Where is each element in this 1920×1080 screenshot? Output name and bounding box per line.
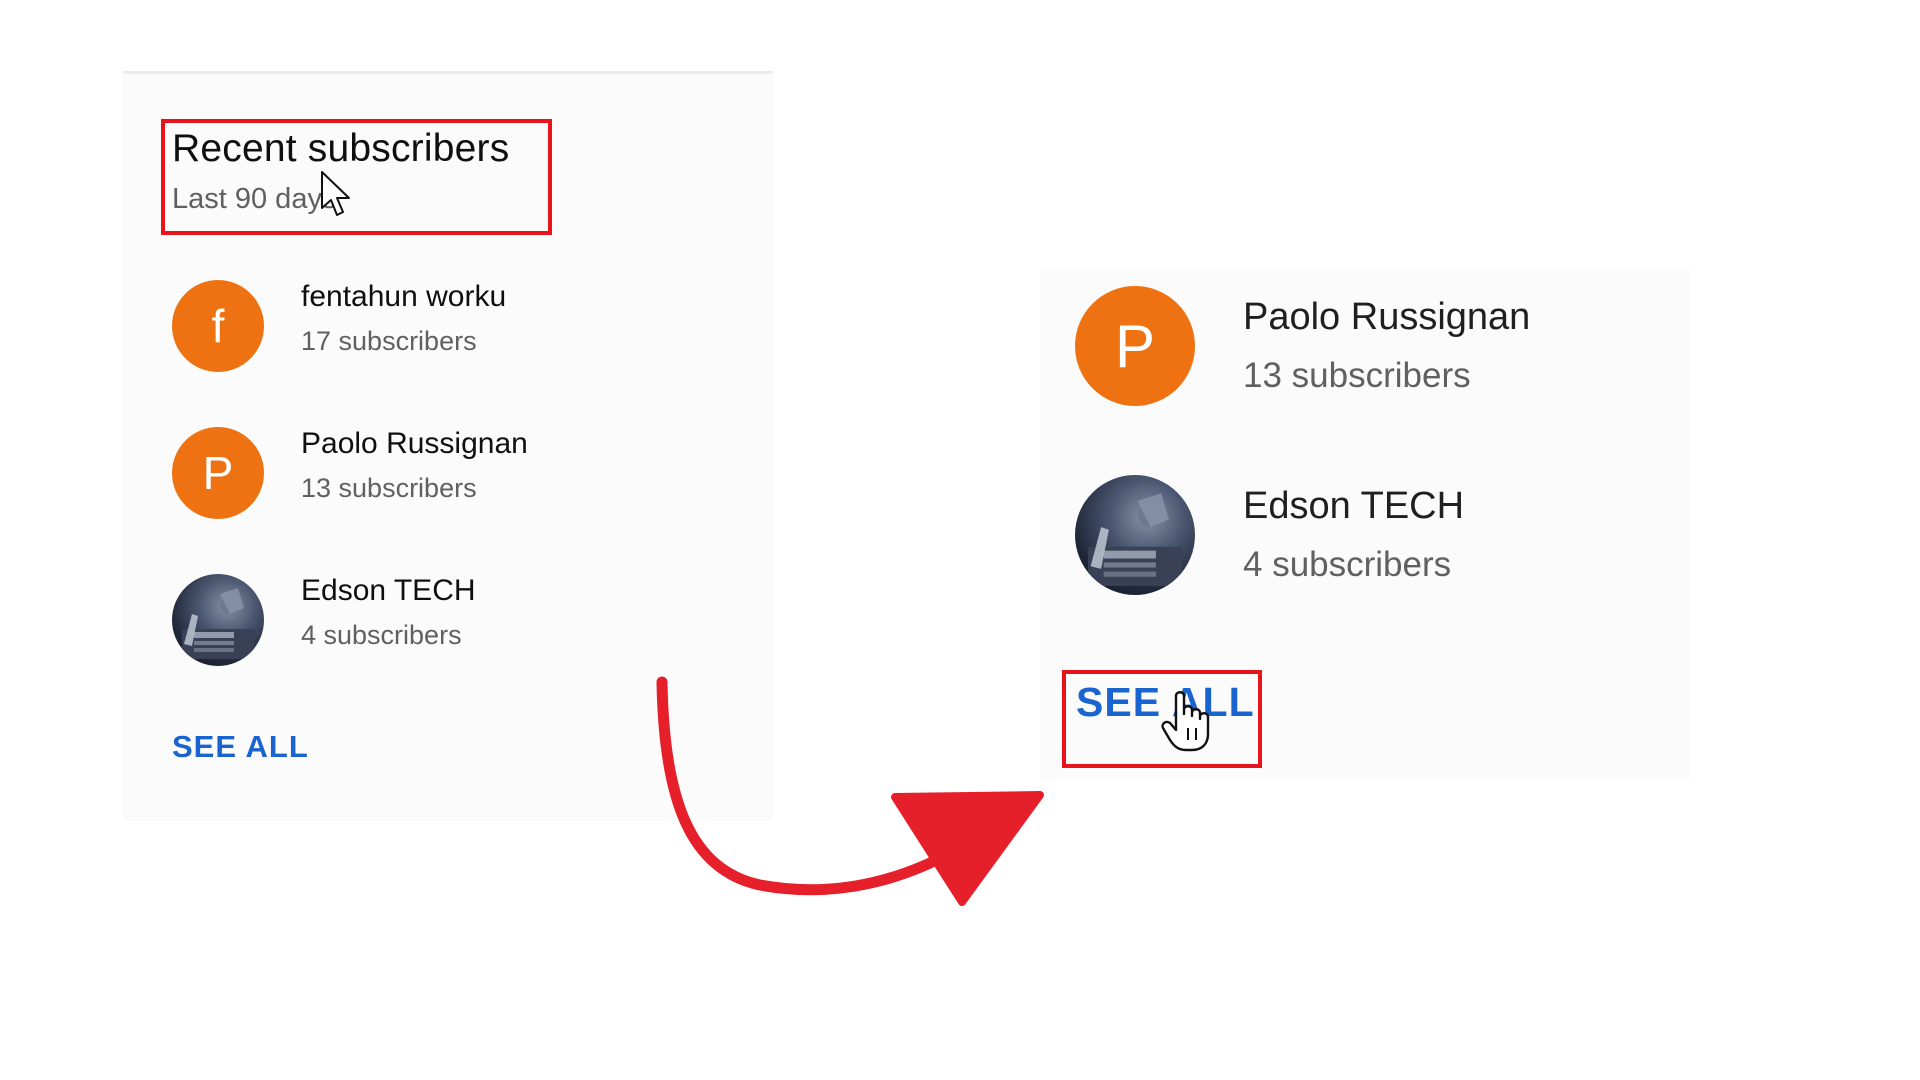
subscriber-name[interactable]: Edson TECH bbox=[301, 574, 476, 608]
card-divider bbox=[123, 71, 773, 74]
subscriber-count: 13 subscribers bbox=[1243, 356, 1471, 395]
subscriber-count: 4 subscribers bbox=[301, 620, 462, 650]
see-all-highlight-box bbox=[1062, 670, 1262, 768]
avatar[interactable]: P bbox=[172, 427, 264, 519]
avatar[interactable]: f bbox=[172, 280, 264, 372]
subscriber-count: 13 subscribers bbox=[301, 473, 477, 503]
see-all-button[interactable]: SEE ALL bbox=[172, 729, 309, 765]
subscriber-name[interactable]: fentahun worku bbox=[301, 280, 506, 314]
avatar-photo-icon bbox=[1088, 493, 1182, 586]
avatar[interactable]: P bbox=[1075, 286, 1195, 406]
subscriber-row[interactable]: Edson TECH 4 subscribers bbox=[1075, 475, 1635, 595]
subscriber-name[interactable]: Paolo Russignan bbox=[1243, 296, 1530, 339]
avatar[interactable] bbox=[1075, 475, 1195, 595]
subscriber-name[interactable]: Paolo Russignan bbox=[301, 427, 528, 461]
tutorial-canvas: Recent subscribers Last 90 days f fentah… bbox=[0, 0, 1920, 1080]
avatar[interactable] bbox=[172, 574, 264, 666]
title-highlight-box bbox=[161, 119, 552, 235]
avatar-photo-icon bbox=[182, 588, 254, 659]
subscriber-name[interactable]: Edson TECH bbox=[1243, 485, 1464, 528]
subscriber-count: 17 subscribers bbox=[301, 326, 477, 356]
subscriber-count: 4 subscribers bbox=[1243, 545, 1452, 584]
subscriber-row[interactable]: P Paolo Russignan 13 subscribers bbox=[1075, 286, 1635, 406]
